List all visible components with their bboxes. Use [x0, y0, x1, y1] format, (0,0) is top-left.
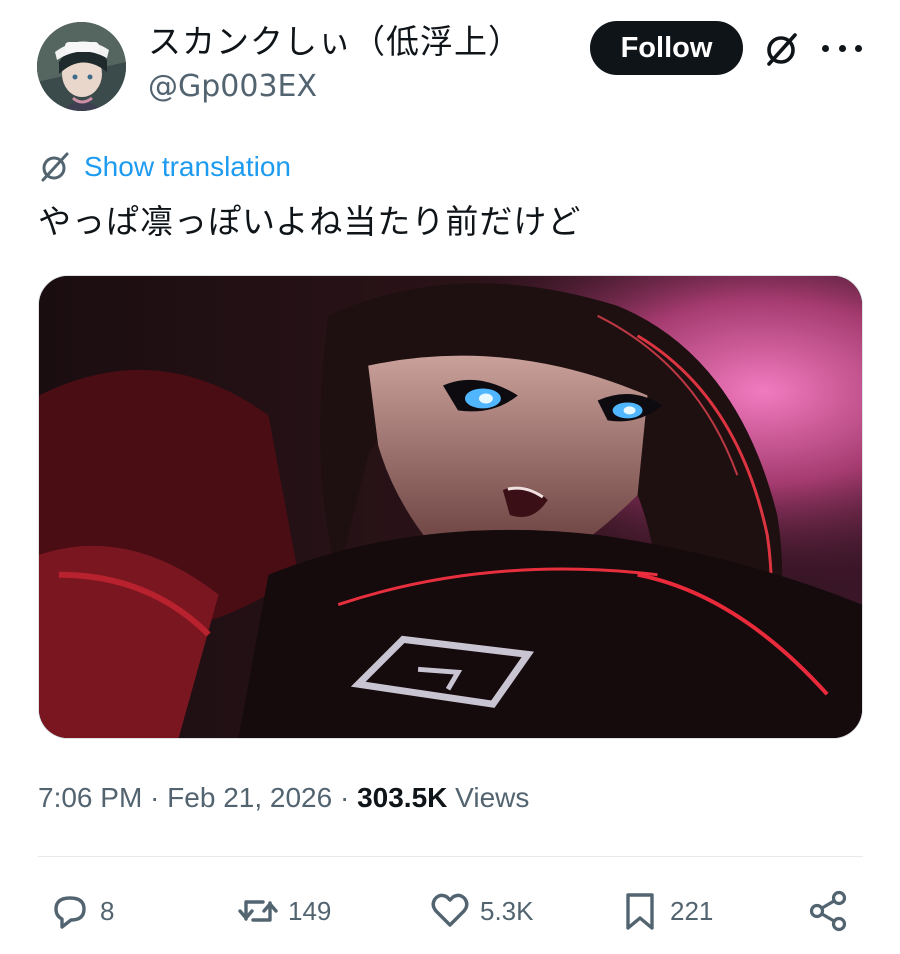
follow-button[interactable]: Follow [590, 21, 743, 75]
more-dot [838, 44, 846, 52]
share-button[interactable] [806, 886, 850, 936]
meta-separator: · [142, 782, 168, 813]
more-dot [855, 44, 862, 52]
share-icon [809, 890, 847, 932]
views-count: 303.5K [357, 782, 448, 813]
author-handle[interactable]: @Gp003EX [148, 68, 317, 106]
heart-icon [431, 893, 469, 927]
translate-icon [41, 152, 69, 182]
tweet-text: やっぱ凛っぽいよね当たり前だけど [38, 202, 582, 241]
like-count: 5.3K [480, 895, 534, 926]
repost-icon [238, 900, 278, 922]
tweet-meta: 7:06 PM · Feb 21, 2026 · 303.5K Views [38, 778, 529, 818]
views-label: Views [455, 782, 530, 813]
bookmark-count: 221 [670, 895, 714, 926]
like-button[interactable]: 5.3K [428, 886, 534, 936]
author-display-name[interactable]: スカンクしぃ（低浮上） [148, 22, 522, 62]
bookmark-button[interactable]: 221 [618, 886, 713, 936]
reply-count: 8 [100, 895, 115, 926]
tweet-date[interactable]: Feb 21, 2026 [167, 782, 332, 813]
more-horizontal-icon[interactable] [822, 34, 862, 62]
show-translation-label: Show translation [84, 151, 292, 182]
meta-separator-2: · [332, 782, 358, 813]
reply-icon [54, 896, 86, 929]
reply-button[interactable]: 8 [48, 886, 114, 936]
avatar[interactable] [37, 22, 126, 111]
tweet-media-image[interactable] [38, 275, 863, 739]
repost-count: 149 [288, 895, 332, 926]
repost-button[interactable]: 149 [236, 886, 331, 936]
tweet-time[interactable]: 7:06 PM [38, 782, 142, 813]
more-dot [822, 44, 829, 52]
show-translation-link[interactable]: Show translation [38, 148, 291, 186]
bookmark-icon [626, 893, 654, 930]
divider [38, 856, 863, 857]
grok-icon[interactable] [763, 30, 801, 68]
